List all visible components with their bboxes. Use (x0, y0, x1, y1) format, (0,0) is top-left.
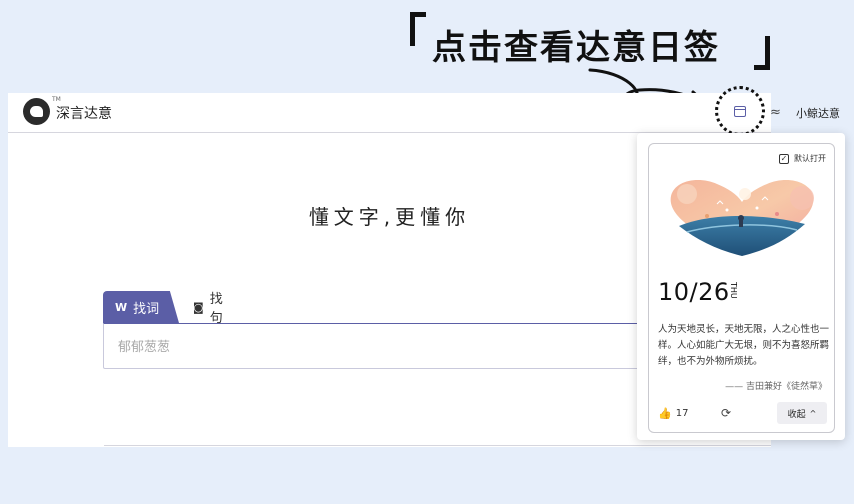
word-icon: W (115, 300, 128, 314)
divider (104, 445, 771, 446)
chevron-up-icon: ^ (809, 408, 817, 418)
card-weekday: THU (729, 282, 738, 299)
user-name[interactable]: 小鲸达意 (796, 105, 840, 121)
like-button[interactable]: 👍 17 (658, 407, 688, 420)
card-source: —— 吉田兼好《徒然草》 (725, 382, 827, 392)
default-open-label: 默认打开 (794, 154, 826, 163)
tab-label: 找句 (209, 292, 223, 326)
card-date: 10/26 (658, 278, 730, 306)
refresh-icon[interactable]: ⟳ (721, 406, 731, 420)
calendar-icon[interactable] (734, 105, 746, 117)
tab-find-word[interactable]: W 找词 (103, 291, 179, 323)
collapse-label: 收起 (787, 409, 806, 420)
daily-card-popover: ✓ 默认打开 10/26 THU 人为天地灵长，天地无限，人之心性也一样。人心如… (637, 133, 845, 440)
checkbox-icon[interactable]: ✓ (779, 153, 789, 164)
heart-illustration (657, 174, 827, 259)
whale-icon[interactable]: ≈ (770, 105, 781, 120)
default-open-toggle[interactable]: ✓ 默认打开 (779, 153, 826, 164)
daily-card: ✓ 默认打开 10/26 THU 人为天地灵长，天地无限，人之心性也一样。人心如… (648, 143, 835, 433)
like-count: 17 (675, 408, 689, 419)
card-quote: 人为天地灵长，天地无限，人之心性也一样。人心如能广大无垠，则不为喜怒所羁绊，也不… (658, 324, 830, 367)
tab-label: 找词 (133, 301, 160, 317)
bracket-right (754, 36, 770, 70)
sentence-icon: ◙ (193, 300, 204, 314)
search-box (103, 323, 643, 369)
search-input[interactable] (118, 336, 618, 358)
collapse-button[interactable]: 收起 ^ (777, 402, 827, 424)
callout-banner: 点击查看达意日签 (410, 8, 770, 70)
top-bar: TM 深言达意 (8, 93, 771, 133)
brand-name[interactable]: 深言达意 (56, 103, 112, 123)
calendar-highlight[interactable] (715, 86, 765, 136)
thumbs-up-icon[interactable]: 👍 (658, 407, 672, 420)
logo-icon[interactable] (23, 98, 50, 125)
trademark: TM (52, 96, 61, 103)
bracket-left (410, 12, 426, 46)
tab-find-sentence[interactable]: ◙ 找句 (189, 291, 223, 326)
